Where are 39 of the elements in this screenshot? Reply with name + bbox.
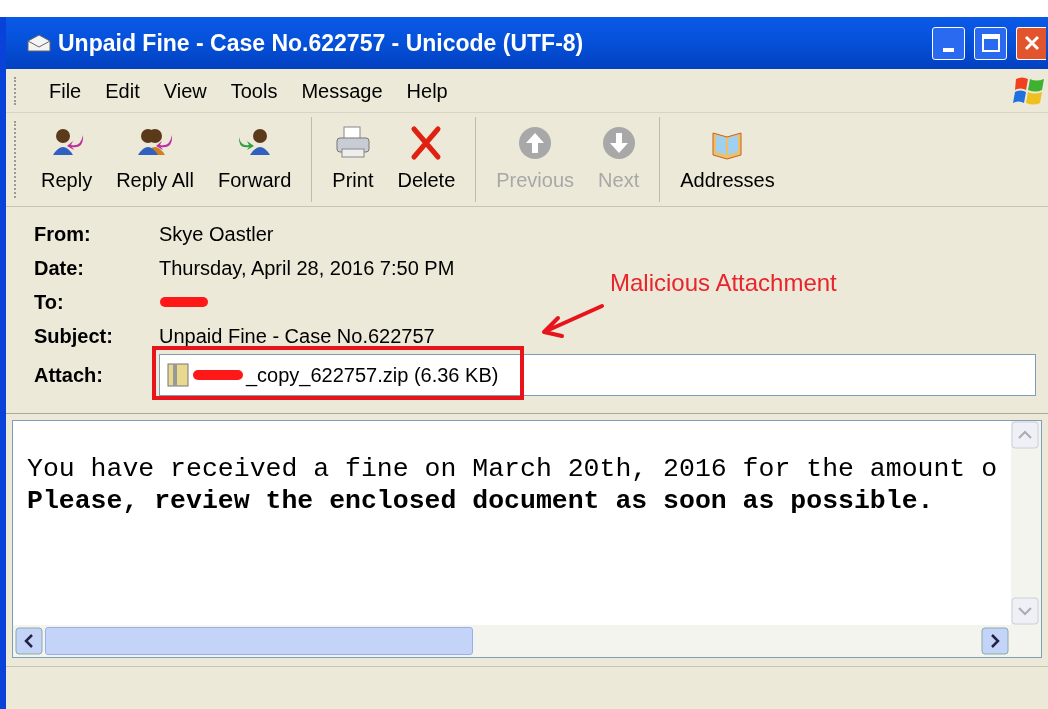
toolbar-button[interactable]: Reply All — [104, 117, 206, 202]
toolbar-button[interactable]: Addresses — [668, 117, 787, 202]
menu-item[interactable]: Edit — [93, 75, 152, 106]
field-label: Date: — [34, 256, 85, 281]
toolbar-button[interactable]: Forward — [205, 117, 304, 202]
zip-file-icon — [166, 362, 190, 388]
field-label: To: — [34, 290, 65, 315]
field-label: Attach: — [34, 363, 104, 388]
attachment-name: _copy_622757.zip (6.36 KB) — [246, 363, 499, 389]
field-value: Skye Oastler — [159, 222, 274, 247]
body-text: You have received a fine on March 20th, 2016 for the amount o — [27, 453, 999, 485]
close-icon — [1022, 34, 1041, 52]
minimize-button[interactable] — [932, 26, 965, 60]
scroll-right-icon[interactable] — [981, 627, 1009, 655]
field-label: From: — [34, 222, 92, 247]
minimize-icon — [943, 47, 954, 52]
menu-item[interactable]: Help — [394, 75, 460, 106]
body-text: Please, review the enclosed document as soon as possible. — [27, 485, 935, 517]
attachment-field[interactable]: _copy_622757.zip (6.36 KB) — [159, 354, 1036, 396]
close-button[interactable] — [1016, 26, 1046, 60]
field-label: Subject: — [34, 324, 114, 349]
toolbar-button[interactable]: Print — [320, 117, 386, 202]
field-value: Thursday, April 28, 2016 7:50 PM — [159, 256, 455, 281]
horizontal-scrollbar[interactable] — [13, 625, 1041, 657]
maximize-icon — [981, 34, 1000, 52]
toolbar-button[interactable]: Delete — [385, 117, 468, 202]
toolbar-button[interactable]: Reply — [29, 117, 105, 202]
redaction-mark — [192, 368, 244, 382]
envelope-icon — [26, 33, 52, 53]
menu-item[interactable]: View — [151, 75, 219, 106]
annotation-label: Malicious Attachment — [610, 268, 837, 298]
menu-item[interactable]: Tools — [218, 75, 290, 106]
menu-item[interactable]: File — [37, 75, 94, 106]
window-title: Unpaid Fine - Case No.622757 - Unicode (UTF-8) — [58, 28, 584, 58]
scroll-left-icon[interactable] — [15, 627, 43, 655]
scroll-thumb[interactable] — [45, 627, 473, 655]
maximize-button[interactable] — [974, 26, 1007, 60]
field-value: Unpaid Fine - Case No.622757 — [159, 324, 435, 349]
menu-item[interactable]: Message — [289, 75, 395, 106]
